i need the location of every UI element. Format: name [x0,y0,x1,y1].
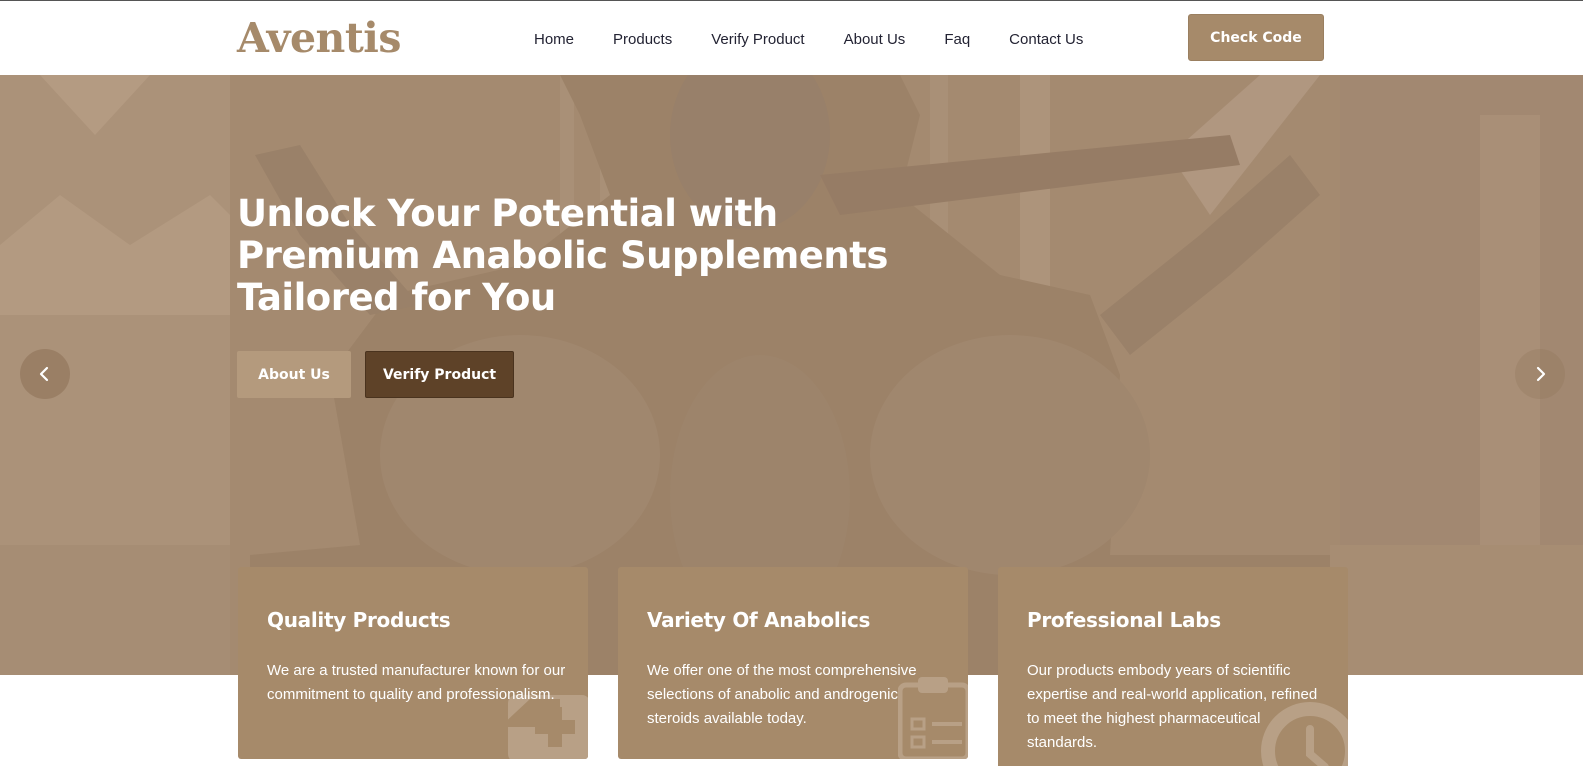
hero-title-line-2: Premium Anabolic Supplements [237,234,888,277]
feature-card-title: Quality Products [267,608,451,632]
hero-title-line-1: Unlock Your Potential with [237,192,778,235]
verify-product-button[interactable]: Verify Product [365,351,514,398]
about-us-button[interactable]: About Us [237,351,351,398]
feature-card-title: Variety Of Anabolics [647,608,871,632]
hero-title: Unlock Your Potential with Premium Anabo… [237,193,937,319]
main-nav: Home Products Verify Product About Us Fa… [534,29,1122,51]
slider-next-button[interactable] [1515,349,1565,399]
slider-prev-button[interactable] [20,349,70,399]
feature-card-variety-of-anabolics: Variety Of Anabolics We offer one of the… [618,567,968,759]
nav-home[interactable]: Home [534,29,574,51]
feature-card-text: We are a trusted manufacturer known for … [267,662,566,703]
site-header: Aventis Home Products Verify Product Abo… [0,0,1583,75]
nav-contact-us[interactable]: Contact Us [1009,29,1083,51]
nav-products[interactable]: Products [613,29,672,51]
feature-card-text: Our products embody years of scientific … [1027,662,1318,751]
feature-card-text: We offer one of the most comprehensive s… [647,662,917,727]
logo[interactable]: Aventis [237,13,401,63]
hero-title-line-3: Tailored for You [237,276,556,319]
check-code-button[interactable]: Check Code [1188,14,1324,61]
nav-faq[interactable]: Faq [944,29,970,51]
feature-card-title: Professional Labs [1027,608,1221,632]
chevron-right-icon [1536,366,1546,382]
nav-about-us[interactable]: About Us [844,29,906,51]
feature-card-quality-products: Quality Products We are a trusted manufa… [238,567,588,759]
nav-verify-product[interactable]: Verify Product [711,29,804,51]
feature-card-professional-labs: Professional Labs Our products embody ye… [998,567,1348,766]
chevron-left-icon [39,366,49,382]
